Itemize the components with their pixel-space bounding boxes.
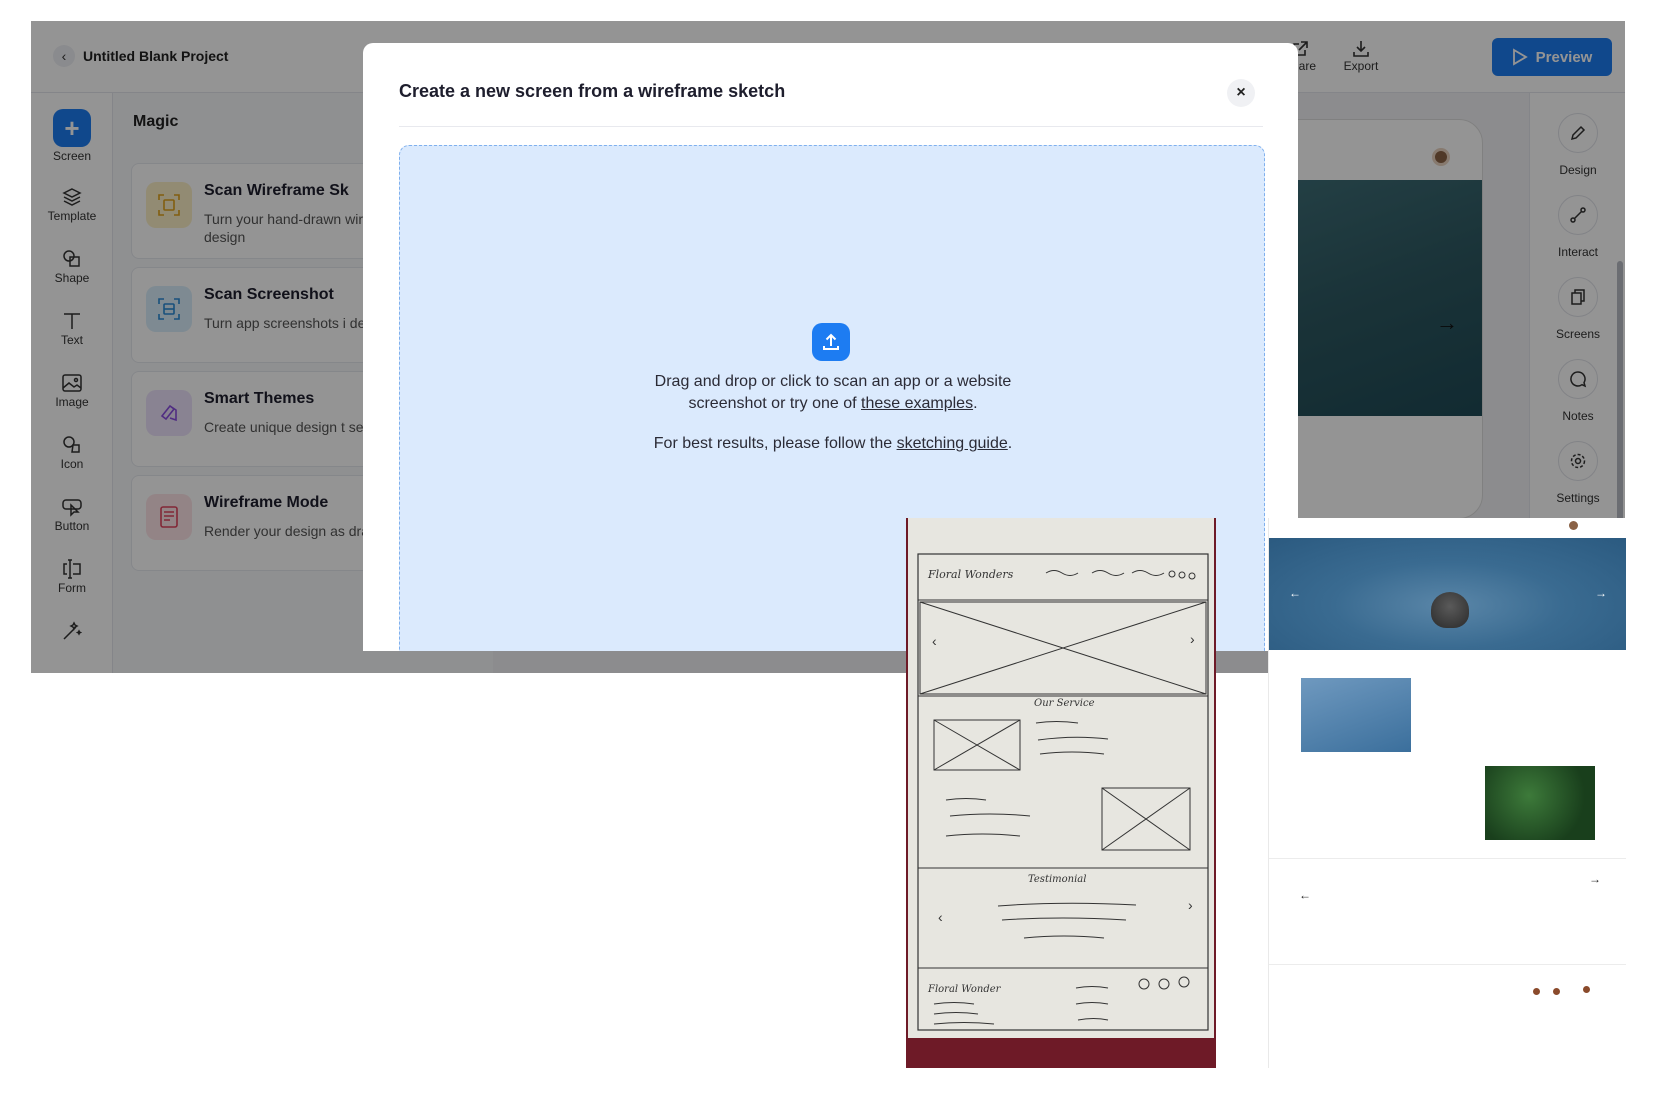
- social-icon: [1533, 988, 1540, 995]
- sketch-service-text: Our Service: [1034, 698, 1095, 709]
- dropzone-instructions-line2: screenshot or try one of these examples.: [400, 395, 1266, 413]
- modal-title: Create a new screen from a wireframe ske…: [399, 81, 786, 101]
- avatar: [1569, 521, 1578, 530]
- seal-image: [1431, 592, 1469, 628]
- sketching-guide-link[interactable]: sketching guide: [897, 435, 1008, 452]
- arrow-left-icon: ←: [1299, 888, 1311, 902]
- arrow-left-icon: ←: [1289, 586, 1301, 600]
- arrow-right-icon: →: [1595, 586, 1607, 600]
- arrow-right-icon: →: [1589, 872, 1601, 886]
- wireframe-sketch-photo: Floral Wonders ‹ › Our Service Testimonia…: [906, 518, 1216, 1068]
- divider: [1269, 858, 1626, 859]
- svg-text:‹: ‹: [932, 633, 937, 649]
- divider: [399, 126, 1263, 127]
- close-icon: ×: [1236, 84, 1246, 101]
- mockup-service-image: [1301, 678, 1411, 752]
- dropzone-guide-line: For best results, please follow the sket…: [400, 435, 1266, 453]
- dropzone-instructions: Drag and drop or click to scan an app or…: [654, 373, 1012, 390]
- social-icon: [1583, 986, 1590, 993]
- dropzone-text: screenshot or try one of: [688, 395, 861, 412]
- divider: [1269, 964, 1626, 965]
- mockup-hero-image: ← →: [1269, 538, 1626, 650]
- mockup-fern-image: [1485, 766, 1595, 840]
- dropzone-text: .: [1007, 435, 1013, 452]
- dropzone-text: .: [973, 395, 978, 412]
- sketch-drawing: Floral Wonders ‹ › Our Service Testimonia…: [906, 518, 1216, 1068]
- close-button[interactable]: ×: [1227, 79, 1255, 107]
- sketch-header-text: Floral Wonders: [927, 568, 1014, 581]
- examples-link[interactable]: these examples: [861, 395, 973, 412]
- svg-text:›: ›: [1190, 631, 1195, 647]
- dropzone-text: For best results, please follow the: [653, 435, 897, 452]
- generated-design-preview: ← → ← →: [1268, 518, 1626, 1068]
- svg-text:‹: ‹: [938, 909, 943, 925]
- upload-icon[interactable]: [812, 323, 850, 361]
- svg-text:›: ›: [1188, 897, 1193, 913]
- social-icon: [1553, 988, 1560, 995]
- mockup-nav: [1269, 518, 1626, 538]
- sketch-testimonial-text: Testimonial: [1028, 874, 1086, 885]
- sketch-footer-text: Floral Wonder: [927, 984, 1002, 995]
